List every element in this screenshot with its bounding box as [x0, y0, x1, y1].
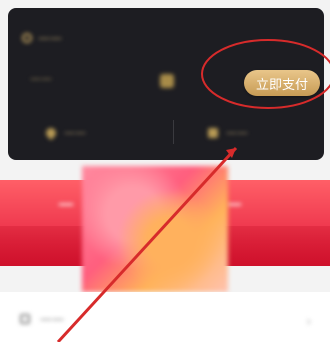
- pay-now-button[interactable]: 立即支付: [244, 70, 320, 96]
- small-square-icon: [160, 74, 174, 88]
- right-action-label: ——: [226, 126, 248, 139]
- card-title: ——: [38, 31, 62, 45]
- list-icon: [20, 314, 30, 324]
- divider: [173, 120, 174, 144]
- left-action[interactable]: ——: [43, 125, 86, 140]
- badge-icon: [22, 33, 32, 43]
- chevron-right-icon: ›: [306, 314, 312, 330]
- list-item-label: ——: [40, 312, 64, 326]
- left-action-label: ——: [64, 126, 86, 139]
- banner-right-text: —: [226, 194, 242, 213]
- banner-left-text: —: [58, 194, 74, 213]
- card-title-row: ——: [22, 30, 62, 46]
- list-item[interactable]: ——: [20, 312, 64, 326]
- membership-card: —— —— 立即支付 —— ——: [8, 8, 324, 160]
- mosaic-blur-area: [82, 166, 228, 292]
- location-icon: [43, 125, 59, 140]
- gift-icon: [208, 127, 218, 138]
- card-subtitle: ——: [30, 72, 52, 85]
- right-action[interactable]: ——: [208, 126, 248, 139]
